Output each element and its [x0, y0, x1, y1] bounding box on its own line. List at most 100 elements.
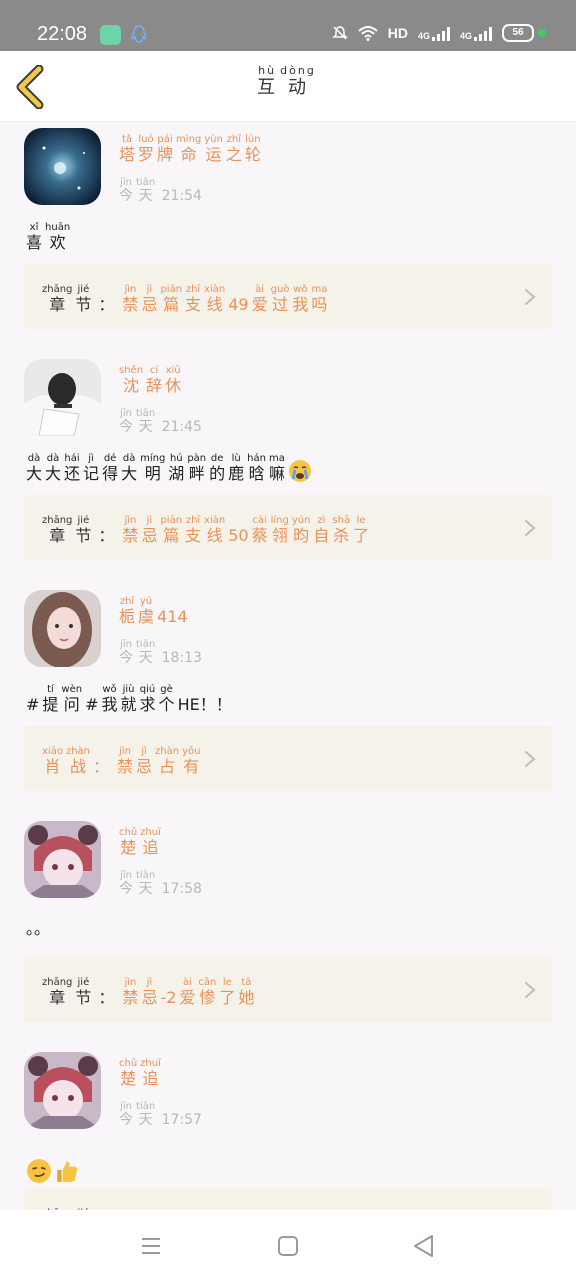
ruby-char: 忌jì: [141, 515, 158, 545]
ruby-char: 鹿lù: [228, 453, 245, 483]
chapter-link-card[interactable]: 章zhāng节jié ： 禁jìn忌jì篇piān支zhī线xiàn50 蔡cài翎l…: [24, 495, 552, 560]
mute-bell-icon: [331, 26, 348, 40]
time-label: 今jīn天tiān: [119, 177, 156, 204]
time-value: 21:54: [161, 188, 202, 204]
comment-item: 楚chǔ追zhuī 今jīn天tiān 17:57 章zhāng节jié：: [0, 1046, 576, 1210]
ruby-char: 爱ài: [251, 284, 268, 314]
chapter-title: 禁jìn忌jì占zhàn有yǒu: [117, 746, 203, 776]
ruby-char: 昀yún: [291, 515, 311, 545]
ruby-char: 她tā: [238, 977, 255, 1007]
chevron-right-icon: [525, 982, 536, 998]
ruby-char: 吗ma: [311, 284, 328, 314]
time-label: 今jīn天tiān: [119, 408, 156, 435]
system-nav-bar: [0, 1210, 576, 1280]
ruby-char: #: [85, 695, 99, 714]
ruby-char: 50: [228, 526, 249, 545]
avatar[interactable]: [24, 590, 101, 667]
ruby-char: 有yǒu: [182, 746, 201, 776]
ruby-char: 我wǒ: [292, 284, 309, 314]
ruby-char: 过guò: [270, 284, 290, 314]
ruby-char: 杀shā: [332, 515, 351, 545]
chapter-link-card[interactable]: 章zhāng节jié：: [24, 1188, 552, 1210]
ruby-char: 忌jì: [141, 977, 158, 1007]
username[interactable]: 楚chǔ追zhuī: [119, 1058, 164, 1089]
ruby-char: 禁jìn: [122, 515, 139, 545]
ruby-char: 翎líng: [270, 515, 289, 545]
username[interactable]: 沈shěn辞cí休xiū: [119, 365, 184, 396]
comment-feed[interactable]: 塔tǎ罗luó牌pái命mìng运yùn之zhī轮lún 今jīn天tiān 21:…: [0, 122, 576, 1210]
signal-bars-icon: [431, 25, 450, 41]
ruby-char: 湖hú: [168, 453, 185, 483]
chapter-prefix: 章zhāng节jié: [42, 977, 92, 1007]
comment-time: 今jīn天tiān 17:58: [119, 870, 202, 898]
avatar[interactable]: [24, 128, 101, 205]
comment-item: 栀zhī虞yú414 今jīn天tiān 18:13 # 提tí问wèn# 我wǒ就jiù…: [0, 584, 576, 814]
charging-dot: [538, 29, 546, 37]
ruby-char: 禁jìn: [122, 977, 139, 1007]
ruby-char: 求qiú: [139, 684, 156, 714]
ruby-char: 辞cí: [146, 365, 163, 395]
avatar[interactable]: [24, 1052, 101, 1129]
ruby-char: 大dà: [45, 453, 62, 483]
ruby-char: 问wèn: [61, 684, 83, 714]
ruby-char: 篇piān: [160, 515, 183, 545]
ruby-char: 的de: [209, 453, 226, 483]
time-value: 18:13: [161, 650, 202, 666]
comment-text: # 提tí问wèn# 我wǒ就jiù求qiú个gèHE！！: [26, 684, 235, 715]
chapter-label: 章zhāng节jié ： 禁jìn忌jì篇piān支zhī线xiàn50 蔡cài翎l…: [42, 515, 372, 546]
ruby-char: 自zì: [313, 515, 330, 545]
time-value: 17:58: [161, 881, 202, 897]
chapter-colon: ：: [92, 757, 109, 776]
chapter-colon: ：: [98, 295, 115, 314]
username[interactable]: 塔tǎ罗luó牌pái命mìng运yùn之zhī轮lún: [119, 134, 264, 165]
ruby-char: 塔tǎ: [119, 134, 136, 164]
home-square-icon[interactable]: [274, 1232, 302, 1260]
ruby-char: 栀zhī: [119, 596, 136, 626]
chapter-link-card[interactable]: 章zhāng节jié ： 禁jìn忌jì篇piān支zhī线xiàn49 爱ài过gu…: [24, 264, 552, 329]
ruby-char: 占zhàn: [155, 746, 180, 776]
chapter-label: 章zhāng节jié ： 禁jìn忌jì-2 爱ài惨cǎn了le她tā: [42, 977, 257, 1008]
username[interactable]: 栀zhī虞yú414: [119, 596, 191, 627]
ruby-char: 线xiàn: [204, 284, 226, 314]
ruby-char: HE！！: [177, 695, 232, 714]
ruby-char: 虞yú: [138, 596, 155, 626]
ruby-char: 支zhī: [185, 284, 202, 314]
ruby-char: 禁jìn: [117, 746, 134, 776]
chapter-link-card[interactable]: 章zhāng节jié ： 禁jìn忌jì-2 爱ài惨cǎn了le她tā: [24, 957, 552, 1022]
ruby-char: 忌jì: [141, 284, 158, 314]
ruby-char: 篇piān: [160, 284, 183, 314]
comment-item: 塔tǎ罗luó牌pái命mìng运yùn之zhī轮lún 今jīn天tiān 21:…: [0, 122, 576, 352]
ruby-char: 欢huān: [45, 222, 71, 252]
menu-icon[interactable]: [137, 1232, 165, 1260]
time-value: 17:57: [161, 1112, 202, 1128]
ruby-char: 还hái: [64, 453, 81, 483]
username[interactable]: 楚chǔ追zhuī: [119, 827, 164, 858]
chevron-right-icon: [525, 520, 536, 536]
ruby-char: #: [26, 695, 40, 714]
back-triangle-icon[interactable]: [410, 1232, 438, 1260]
ruby-char: 肖xiāo: [42, 746, 63, 776]
top-app-bar: 互hù动dòng: [0, 51, 576, 122]
comment-text: 喜xǐ欢huān: [26, 222, 73, 253]
ruby-char: 晗hán: [247, 453, 266, 483]
ruby-char: 禁jìn: [122, 284, 139, 314]
qq-notification-icon: [131, 25, 147, 43]
ruby-char: 个gè: [158, 684, 175, 714]
avatar[interactable]: [24, 359, 101, 436]
ruby-char: 命mìng: [176, 134, 202, 164]
comment-time: 今jīn天tiān 18:13: [119, 639, 202, 667]
comment-item: 楚chǔ追zhuī 今jīn天tiān 17:58 。。 章zhāng节jié ： 禁jìn…: [0, 815, 576, 1045]
signal-bars-icon: [474, 25, 492, 41]
ruby-char: 运yùn: [204, 134, 223, 164]
ruby-char: 了le: [219, 977, 236, 1007]
chapter-link-card[interactable]: 肖xiāo战zhàn： 禁jìn忌jì占zhàn有yǒu: [24, 726, 552, 791]
chapter-title: 禁jìn忌jì-2 爱ài惨cǎn了le她tā: [122, 977, 257, 1007]
status-time: 22:08: [37, 23, 88, 45]
ruby-char: -2: [160, 988, 177, 1007]
ruby-char: 忌jì: [136, 746, 153, 776]
avatar[interactable]: [24, 821, 101, 898]
time-label: 今jīn天tiān: [119, 870, 156, 897]
ruby-char: 得dé: [102, 453, 119, 483]
time-label: 今jīn天tiān: [119, 639, 156, 666]
ruby-char: 轮lún: [244, 134, 261, 164]
